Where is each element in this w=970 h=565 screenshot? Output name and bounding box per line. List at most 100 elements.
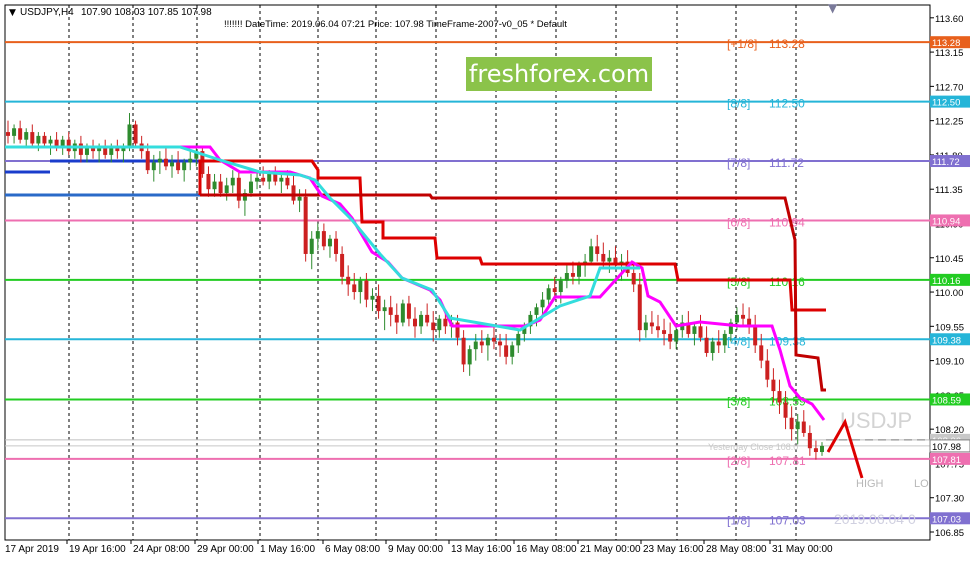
candle-body — [24, 132, 29, 140]
ohlc-label: 107.90 108.03 107.85 107.98 — [81, 7, 212, 18]
x-axis-label: 17 Apr 2019 — [5, 544, 59, 555]
candle-body — [516, 333, 521, 346]
scroll-arrow-icon[interactable]: ▼ — [828, 1, 838, 15]
candle-body — [321, 231, 326, 247]
y-axis-label: 109.55 — [935, 322, 964, 333]
candle-body — [759, 345, 764, 361]
murrey-level-name: [1/8] — [727, 513, 750, 527]
price-tag-label: 110.94 — [932, 216, 960, 227]
candle-body — [552, 288, 557, 293]
candle-body — [48, 139, 53, 144]
candle-body — [394, 314, 399, 323]
candle-body — [78, 143, 83, 155]
candle-body — [285, 177, 290, 186]
candle-body — [212, 181, 217, 190]
price-tag-label: 107.03 — [932, 514, 961, 525]
candle-body — [400, 303, 405, 323]
price-tag-label: 110.16 — [932, 276, 960, 287]
y-axis-label: 107.30 — [935, 494, 964, 505]
murrey-level-value: 107.81 — [769, 454, 806, 468]
candle-body — [668, 333, 673, 342]
candle-body — [230, 177, 235, 186]
murrey-level-value: 112.50 — [769, 97, 805, 111]
candle-body — [795, 421, 800, 430]
x-axis-label: 21 May 00:00 — [580, 544, 641, 555]
price-tag-label: 113.28 — [932, 38, 960, 49]
symbol-label: USDJPY,H4 — [20, 7, 74, 18]
overlay-symbol: USDJP — [840, 408, 912, 433]
candle-body — [303, 196, 308, 254]
candle-body — [649, 322, 654, 327]
candle-body — [358, 280, 363, 293]
x-axis-label: 1 May 16:00 — [260, 544, 315, 555]
murrey-level-value: 111.72 — [769, 156, 804, 170]
candle-body — [813, 448, 818, 453]
candle-body — [406, 303, 411, 319]
x-axis-label: 19 Apr 16:00 — [69, 544, 126, 555]
candle-body — [170, 162, 175, 167]
candle-body — [777, 391, 782, 403]
candle-body — [820, 445, 824, 453]
candle-body — [309, 238, 314, 254]
murrey-level-value: 113.28 — [769, 37, 805, 51]
x-axis-label: 23 May 16:00 — [643, 544, 704, 555]
y-axis-label: 109.10 — [935, 357, 964, 368]
overlay-low: LO — [914, 478, 929, 490]
murrey-level-name: [8/8] — [727, 97, 750, 111]
candle-body — [789, 417, 794, 430]
candle-body — [236, 177, 241, 201]
murrey-level-value: 107.03 — [769, 513, 806, 527]
candle-body — [157, 158, 162, 163]
collapse-arrow-icon[interactable]: ▼ — [9, 8, 16, 18]
y-axis-label: 106.85 — [935, 528, 964, 539]
candle-body — [419, 314, 424, 327]
candle-body — [564, 273, 569, 281]
candle-body — [340, 253, 345, 277]
candle-body — [534, 307, 539, 315]
candle-body — [704, 337, 709, 353]
murrey-level-name: [7/8] — [727, 156, 750, 170]
candle-body — [188, 158, 193, 163]
candle-body — [273, 173, 278, 182]
candle-body — [491, 337, 496, 342]
chart-window[interactable]: 17 Apr 2019 19 Apr 16:00 24 Apr 08:00 29 Ap… — [0, 0, 970, 560]
candle-body — [127, 124, 132, 148]
candle-body — [473, 341, 478, 350]
price-tag-label: 108.59 — [932, 395, 961, 406]
y-axis-label: 113.15 — [935, 48, 963, 59]
candle-body — [631, 273, 636, 285]
candle-body — [334, 238, 339, 254]
murrey-level-name: [2/8] — [727, 454, 750, 468]
current-price-tag: 107.98 — [932, 442, 961, 453]
candle-body — [364, 280, 369, 300]
murrey-level-value: 110.16 — [769, 275, 805, 289]
candle-body — [327, 238, 332, 247]
candle-body — [504, 345, 509, 357]
candle-body — [42, 135, 47, 144]
y-axis-label: 112.25 — [935, 117, 963, 128]
candle-body — [443, 318, 448, 327]
y-axis-label: 113.60 — [935, 14, 963, 25]
y-axis-label: 110.00 — [935, 288, 963, 299]
murrey-level-name: [5/8] — [727, 275, 750, 289]
candle-body — [261, 177, 266, 182]
candle-body — [431, 322, 436, 331]
candle-body — [255, 177, 260, 182]
candle-body — [352, 284, 357, 293]
candle-body — [36, 135, 41, 144]
overlay-yesterday-close: Yesterday Close 108.0 — [708, 442, 798, 452]
candle-body — [279, 177, 284, 182]
candle-body — [692, 326, 697, 334]
murrey-level-value: 110.94 — [769, 215, 805, 229]
candle-body — [413, 318, 417, 327]
candle-body — [801, 421, 806, 433]
x-axis-label: 28 May 08:00 — [706, 544, 767, 555]
candle-body — [601, 253, 606, 262]
y-axis-label: 110.45 — [935, 254, 963, 265]
candle-body — [558, 280, 563, 293]
candle-body — [151, 162, 156, 171]
candle-body — [655, 326, 660, 331]
candle-body — [662, 330, 667, 334]
candle-body — [425, 314, 430, 323]
candle-body — [437, 318, 442, 331]
